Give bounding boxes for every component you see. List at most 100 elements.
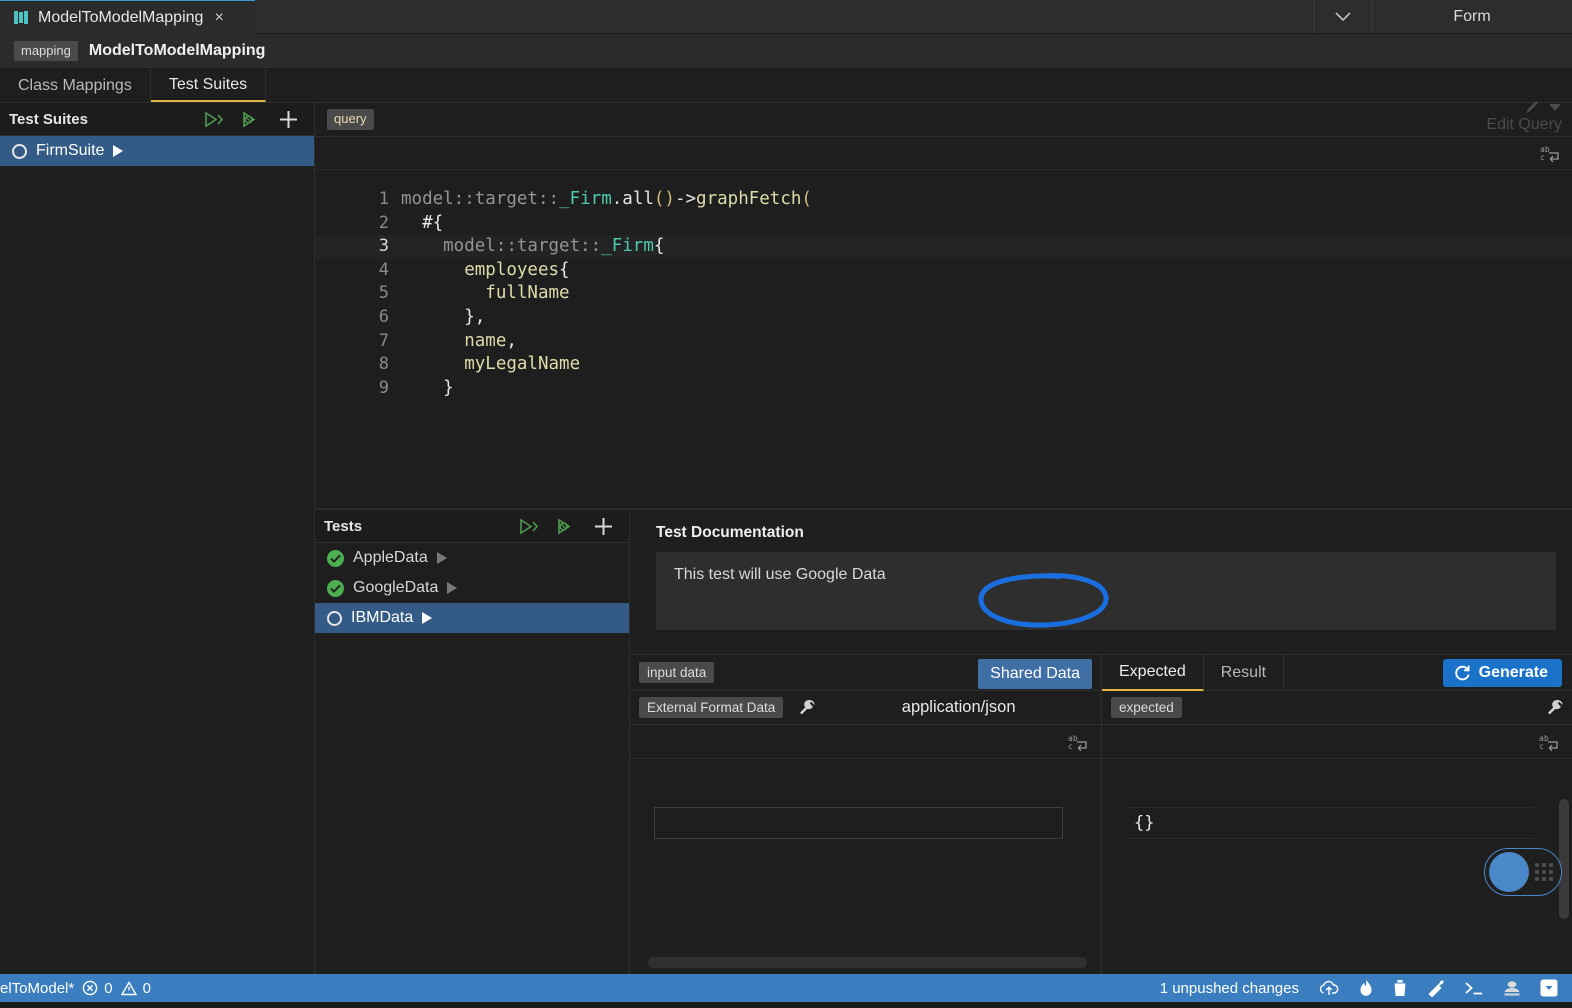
line-number: 9: [378, 377, 389, 398]
input-data-editor[interactable]: [630, 759, 1101, 974]
trash-icon[interactable]: [1392, 979, 1408, 997]
code-line[interactable]: 7 name,: [315, 330, 1572, 354]
wrench-icon[interactable]: [1545, 698, 1564, 717]
run-all-icon[interactable]: [518, 518, 538, 535]
tab-test-suites[interactable]: Test Suites: [150, 69, 267, 102]
add-icon[interactable]: [279, 110, 298, 129]
expected-value[interactable]: {}: [1126, 807, 1534, 839]
input-format-bar: External Format Data application/json: [630, 691, 1101, 725]
word-wrap-icon[interactable]: ab c: [1540, 144, 1560, 162]
code-line[interactable]: 9 }: [315, 377, 1572, 401]
documentation-text[interactable]: This test will use Google Data: [656, 552, 1556, 630]
unpushed-changes-label[interactable]: 1 unpushed changes: [1160, 980, 1299, 997]
expected-tabbar: Expected Result Generate: [1102, 654, 1572, 691]
line-number: 4: [378, 259, 389, 280]
code-line[interactable]: 3 model::target::_Firm{: [315, 235, 1572, 259]
line-text: employees{: [401, 259, 570, 280]
input-horizontal-scrollbar[interactable]: [648, 957, 1087, 968]
tests-list: AppleData GoogleData IBMData: [315, 543, 629, 633]
drag-handle-icon[interactable]: [1535, 863, 1553, 881]
assistant-fab-circle[interactable]: [1489, 852, 1529, 892]
run-suite-icon[interactable]: [113, 145, 124, 157]
word-wrap-icon[interactable]: ab c: [1539, 733, 1559, 751]
line-text: model::target::_Firm{: [401, 236, 665, 257]
external-format-chip: External Format Data: [639, 696, 784, 719]
tests-header: Tests: [315, 510, 629, 543]
expected-vertical-scrollbar[interactable]: [1559, 799, 1569, 919]
status-left: elToModel* 0 0: [0, 980, 151, 997]
tests-actions: [518, 517, 619, 536]
form-mode-button[interactable]: Form: [1372, 0, 1572, 34]
warning-icon: [120, 980, 137, 995]
panel-toggle-icon[interactable]: [1540, 979, 1558, 997]
edit-query-button[interactable]: Edit Query: [1486, 99, 1562, 134]
test-suites-header: Test Suites: [0, 103, 314, 136]
test-item-googledata[interactable]: GoogleData: [315, 573, 629, 603]
code-line[interactable]: 6 },: [315, 306, 1572, 330]
pencil-icon: [1526, 101, 1538, 113]
main-body: Test Suites FirmSuite query Edit Query a…: [0, 101, 1572, 974]
query-code-editor[interactable]: 1 model::target::_Firm.all()->graphFetch(…: [315, 170, 1572, 509]
assistant-fab[interactable]: [1484, 848, 1562, 896]
query-header: query Edit Query: [315, 101, 1572, 137]
shared-data-button[interactable]: Shared Data: [978, 659, 1092, 689]
input-wrap-bar: ab c: [630, 725, 1101, 759]
mime-type-label: application/json: [901, 698, 1016, 716]
line-number: 6: [378, 306, 389, 327]
generate-button[interactable]: Generate: [1442, 659, 1562, 687]
page-title: ModelToModelMapping: [88, 42, 266, 59]
project-name[interactable]: elToModel*: [0, 980, 74, 997]
wrench-icon[interactable]: [797, 698, 816, 717]
tab-bar-filler: [255, 0, 1314, 34]
test-suite-item-firmsuite[interactable]: FirmSuite: [0, 136, 314, 166]
debug-run-icon[interactable]: [556, 518, 576, 535]
bottom-strip: [0, 1002, 1572, 1008]
hammer-icon[interactable]: [1427, 979, 1445, 997]
debug-run-icon[interactable]: [241, 111, 261, 128]
flame-icon[interactable]: [1359, 979, 1373, 997]
assertion-panes: input data Shared Data External Format D…: [630, 654, 1572, 974]
code-lines: 1 model::target::_Firm.all()->graphFetch(…: [315, 188, 1572, 400]
terminal-icon[interactable]: [1464, 980, 1484, 996]
run-all-icon[interactable]: [203, 111, 223, 128]
close-icon[interactable]: ×: [214, 9, 223, 26]
code-line[interactable]: 2 #{: [315, 212, 1572, 236]
test-item-appledata[interactable]: AppleData: [315, 543, 629, 573]
refresh-icon: [1454, 665, 1470, 681]
line-number: 2: [378, 212, 389, 233]
test-item-ibmdata[interactable]: IBMData: [315, 603, 629, 633]
chevron-down-icon[interactable]: [1314, 0, 1372, 34]
expected-chip: expected: [1111, 696, 1182, 719]
input-data-chip: input data: [639, 661, 715, 684]
error-status[interactable]: 0: [82, 979, 113, 997]
run-test-icon[interactable]: [422, 612, 433, 624]
code-line[interactable]: 4 employees{: [315, 259, 1572, 283]
bug-icon[interactable]: [1503, 980, 1521, 997]
status-passed-icon: [327, 579, 344, 597]
svg-text:c: c: [1539, 742, 1544, 751]
run-test-icon[interactable]: [447, 582, 458, 594]
warning-status[interactable]: 0: [120, 980, 151, 997]
word-wrap-icon[interactable]: ab c: [1068, 733, 1088, 751]
line-number: 8: [378, 354, 389, 375]
tab-expected[interactable]: Expected: [1102, 654, 1204, 691]
line-text: },: [401, 306, 486, 327]
tests-and-documentation: Tests AppleData GoogleData IBMData Test …: [315, 509, 1572, 654]
status-right: 1 unpushed changes: [1160, 979, 1572, 997]
tab-model-to-model-mapping[interactable]: ModelToModelMapping ×: [0, 0, 255, 34]
run-test-icon[interactable]: [436, 552, 447, 564]
tab-result[interactable]: Result: [1204, 654, 1285, 691]
add-icon[interactable]: [594, 517, 613, 536]
error-count: 0: [104, 979, 113, 997]
line-text: name,: [401, 330, 517, 351]
input-data-value[interactable]: [654, 807, 1063, 839]
code-line[interactable]: 1 model::target::_Firm.all()->graphFetch(: [315, 188, 1572, 212]
cloud-upload-icon[interactable]: [1318, 980, 1340, 997]
code-line[interactable]: 8 myLegalName: [315, 353, 1572, 377]
editor-tab-bar: ModelToModelMapping × Form: [0, 0, 1572, 34]
tab-class-mappings[interactable]: Class Mappings: [0, 69, 151, 102]
generate-label: Generate: [1478, 664, 1548, 681]
test-documentation-panel: Test Documentation This test will use Go…: [630, 509, 1572, 654]
test-item-label: AppleData: [353, 549, 428, 566]
code-line[interactable]: 5 fullName: [315, 282, 1572, 306]
